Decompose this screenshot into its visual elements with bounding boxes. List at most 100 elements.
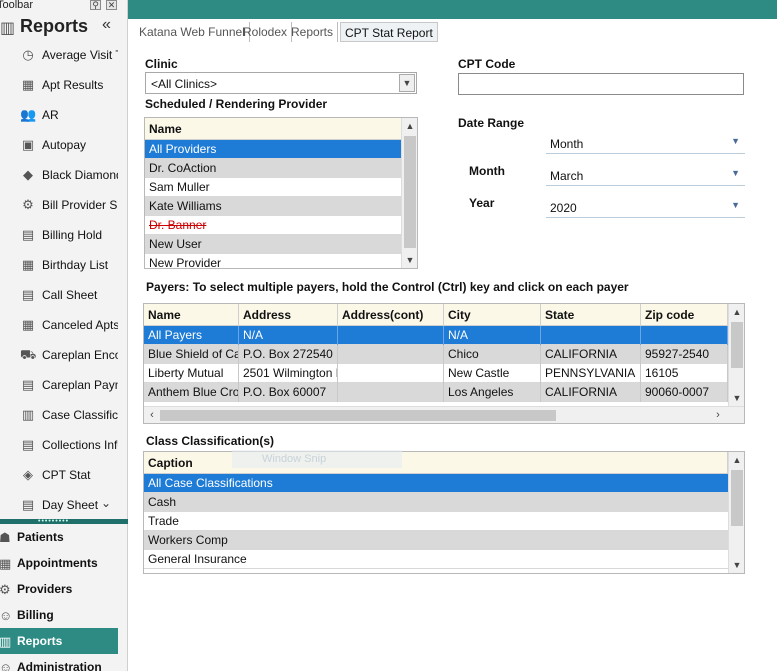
document-icon: ▤ [21,437,35,452]
payer-row[interactable]: Blue Shield of CaliforniaP.O. Box 272540… [144,345,728,364]
report-item-label: Bill Provider Summary [42,198,118,212]
tab-rolodex[interactable]: Rolodex [239,22,293,42]
report-item-label: Careplan Payments [42,378,118,392]
report-item[interactable]: ▦ Canceled Apts [0,310,120,340]
chevron-down-icon[interactable]: ⌄ [101,496,111,510]
nav-section-label: Reports [17,634,63,648]
provider-row[interactable]: Sam Muller [145,178,401,197]
classification-row[interactable]: Cash [144,493,728,512]
date-range-select[interactable]: Month ▼ [546,132,745,154]
scroll-up-icon[interactable]: ▲ [729,452,744,468]
payer-row[interactable]: Liberty Mutual2501 Wilmington Road New Ca… [144,364,728,383]
chevron-down-icon[interactable]: ▼ [399,74,415,92]
payer-cell: 2501 Wilmington Road [239,364,338,383]
provider-row[interactable]: Dr. Banner [145,216,401,235]
date-range-label: Date Range [458,116,525,130]
report-item[interactable]: ◷ Average Visit Time [0,40,120,70]
report-item[interactable]: ▦ Apt Results [0,70,120,100]
payer-row[interactable]: All Payers N/A N/A [144,326,728,345]
year-select[interactable]: 2020 ▼ [546,196,745,218]
report-list: ◷ Average Visit Time ▦ Apt Results 👥 AR ▣ Autop… [0,40,120,520]
provider-scrollbar[interactable]: ▲ ▼ [401,118,417,268]
nav-section[interactable]: ☗ Patients [0,524,128,550]
grid-icon: ▦ [21,77,35,92]
payers-col-header[interactable]: City [444,304,541,326]
close-icon[interactable]: ✕ [106,0,117,10]
report-item[interactable]: ▤ Careplan Payments [0,370,120,400]
payers-col-header[interactable]: Zip code [641,304,728,326]
scroll-left-icon[interactable]: ‹ [144,407,160,423]
report-item[interactable]: ▤ Billing Hold [0,220,120,250]
classification-caption: Cash [148,495,177,509]
payers-hscrollbar[interactable]: ‹ › [144,406,744,423]
clinic-select[interactable]: <All Clinics> ▼ [145,72,417,94]
nav-section[interactable]: ☺ Billing [0,602,128,628]
report-item[interactable]: ⛟ Careplan Encounters [0,340,120,370]
payer-cell [338,326,444,345]
payers-col-header[interactable]: Name [144,304,239,326]
scroll-down-icon[interactable]: ▼ [729,557,744,573]
payer-cell: 95927-2540 [641,345,728,364]
scroll-thumb[interactable] [160,410,556,421]
report-item[interactable]: 👥 AR [0,100,120,130]
report-item[interactable]: ◈ CPT Stat [0,460,120,490]
scroll-thumb[interactable] [731,470,743,526]
collapse-button[interactable]: « [102,16,111,34]
scroll-up-icon[interactable]: ▲ [402,118,417,134]
report-item-label: Case Classification [42,408,118,422]
payers-col-header[interactable]: Address(cont) [338,304,444,326]
nav-section[interactable]: ⚙ Providers [0,576,128,602]
tab-reports[interactable]: Reports [287,22,339,42]
report-item[interactable]: ▦ Birthday List [0,250,120,280]
payer-cell [338,345,444,364]
classification-row[interactable]: All Case Classifications [144,474,728,493]
report-item[interactable]: ▤ Call Sheet [0,280,120,310]
scroll-right-icon[interactable]: › [710,407,726,423]
report-item[interactable]: ▥ Case Classification [0,400,120,430]
report-item[interactable]: ◆ Black Diamond [0,160,120,190]
tab-cpt-stat-report[interactable]: CPT Stat Report [340,22,438,42]
chevron-down-icon: ▼ [731,168,740,178]
report-item[interactable]: ⚙ Bill Provider Summary [0,190,120,220]
nav-section[interactable]: ☺ Administration [0,654,128,671]
payers-col-header[interactable]: Address [239,304,338,326]
provider-row[interactable]: Kate Williams [145,197,401,216]
scroll-thumb[interactable] [404,136,416,248]
payer-row[interactable]: Anthem Blue CrossP.O. Box 60007 Los Angel… [144,383,728,402]
payers-col-header[interactable]: State [541,304,641,326]
chart-icon: ▥ [0,20,16,37]
scroll-up-icon[interactable]: ▲ [729,304,744,320]
cpt-code-input[interactable] [458,73,744,95]
payer-cell: All Payers [144,326,239,345]
report-item-label: CPT Stat [42,468,91,482]
scroll-thumb[interactable] [731,322,743,368]
payer-cell: P.O. Box 272540 [239,345,338,364]
scroll-down-icon[interactable]: ▼ [402,252,417,268]
provider-row[interactable]: Dr. CoAction [145,159,401,178]
provider-name: Dr. Banner [149,218,207,232]
document-icon: ▤ [21,287,35,302]
report-item[interactable]: ▣ Autopay [0,130,120,160]
report-item[interactable]: ▤ Collections Info [0,430,120,460]
tab-katana-web-funnel[interactable]: Katana Web Funnel [135,22,250,42]
nav-section[interactable]: ▥ Reports [0,628,118,654]
tag-icon: ◈ [23,467,33,482]
payers-scrollbar[interactable]: ▲ ▼ [728,304,744,406]
provider-name: All Providers [149,142,217,156]
classification-row[interactable]: Workers Comp [144,531,728,550]
pin-icon[interactable]: ⚲ [90,0,101,10]
provider-row[interactable]: All Providers [145,140,401,159]
provider-row[interactable]: New User [145,235,401,254]
payer-cell: CALIFORNIA [541,345,641,364]
nav-section[interactable]: ▦ Appointments [0,550,128,576]
nav-section-label: Providers [17,582,73,596]
payer-cell: Los Angeles [444,383,541,402]
class-scrollbar[interactable]: ▲ ▼ [728,452,744,573]
classification-row[interactable]: Trade [144,512,728,531]
scroll-down-icon[interactable]: ▼ [729,390,744,406]
classification-row[interactable]: General Insurance [144,550,728,569]
provider-name-header[interactable]: Name [145,118,402,140]
provider-row[interactable]: New Provider [145,254,401,268]
month-select[interactable]: March ▼ [546,164,745,186]
payer-cell [641,326,728,345]
